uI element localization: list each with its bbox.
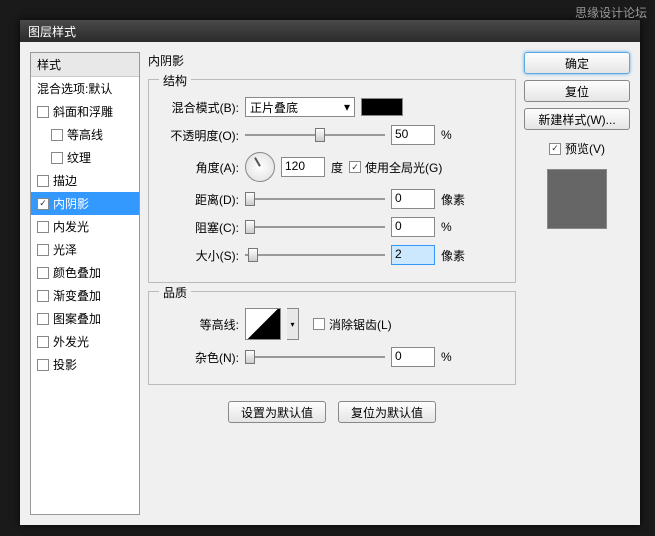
noise-label: 杂色(N): [161, 349, 239, 366]
sidebar-item-label: 投影 [53, 356, 77, 373]
sidebar-item-label: 渐变叠加 [53, 287, 101, 304]
size-label: 大小(S): [161, 247, 239, 264]
angle-input[interactable]: 120 [281, 157, 325, 177]
contour-picker[interactable] [245, 308, 281, 340]
antialias-label: 消除锯齿(L) [329, 316, 392, 333]
sidebar-item-label: 光泽 [53, 241, 77, 258]
choke-unit: % [441, 220, 452, 234]
sidebar-item-label: 斜面和浮雕 [53, 103, 113, 120]
sidebar-item-stroke[interactable]: 描边 [31, 169, 139, 192]
sidebar-item-label: 颜色叠加 [53, 264, 101, 281]
sidebar-item-label: 内阴影 [53, 195, 89, 212]
set-default-button[interactable]: 设置为默认值 [228, 401, 326, 423]
sidebar-item-texture[interactable]: 纹理 [31, 146, 139, 169]
preview-swatch [547, 169, 607, 229]
titlebar[interactable]: 图层样式 [20, 20, 640, 42]
choke-slider[interactable] [245, 218, 385, 236]
size-slider[interactable] [245, 246, 385, 264]
sidebar-item-inner-shadow[interactable]: 内阴影 [31, 192, 139, 215]
structure-fieldset: 结构 混合模式(B): 正片叠底 不透明度(O): 50 % 角度(A): 12… [148, 79, 516, 283]
distance-input[interactable]: 0 [391, 189, 435, 209]
sidebar-item-label: 等高线 [67, 126, 103, 143]
angle-knob[interactable] [245, 152, 275, 182]
antialias-checkbox[interactable] [313, 318, 325, 330]
sidebar-item-pattern-overlay[interactable]: 图案叠加 [31, 307, 139, 330]
opacity-slider[interactable] [245, 126, 385, 144]
distance-slider[interactable] [245, 190, 385, 208]
sidebar-item-outer-glow[interactable]: 外发光 [31, 330, 139, 353]
checkbox-icon[interactable] [37, 359, 49, 371]
quality-legend: 品质 [159, 284, 191, 301]
checkbox-icon[interactable] [37, 336, 49, 348]
sidebar-item-label: 图案叠加 [53, 310, 101, 327]
reset-default-button[interactable]: 复位为默认值 [338, 401, 436, 423]
noise-slider[interactable] [245, 348, 385, 366]
checkbox-icon[interactable] [37, 198, 49, 210]
sidebar-item-color-overlay[interactable]: 颜色叠加 [31, 261, 139, 284]
checkbox-icon[interactable] [37, 106, 49, 118]
checkbox-icon[interactable] [37, 290, 49, 302]
styles-sidebar: 样式 混合选项:默认 斜面和浮雕 等高线 纹理 描边 内阴影 内发光 光泽 颜色… [30, 52, 140, 515]
angle-label: 角度(A): [161, 159, 239, 176]
angle-unit: 度 [331, 159, 343, 176]
noise-input[interactable]: 0 [391, 347, 435, 367]
checkbox-icon[interactable] [37, 244, 49, 256]
opacity-unit: % [441, 128, 452, 142]
checkbox-icon[interactable] [51, 152, 63, 164]
sidebar-item-contour[interactable]: 等高线 [31, 123, 139, 146]
sidebar-item-label: 内发光 [53, 218, 89, 235]
size-unit: 像素 [441, 247, 465, 264]
global-light-checkbox[interactable] [349, 161, 361, 173]
checkbox-icon[interactable] [37, 267, 49, 279]
opacity-label: 不透明度(O): [161, 127, 239, 144]
checkbox-icon[interactable] [37, 313, 49, 325]
distance-label: 距离(D): [161, 191, 239, 208]
preview-label: 预览(V) [565, 140, 605, 157]
watermark: 思缘设计论坛 [575, 4, 647, 21]
ok-button[interactable]: 确定 [524, 52, 630, 74]
blend-mode-select[interactable]: 正片叠底 [245, 97, 355, 117]
contour-label: 等高线: [161, 316, 239, 333]
sidebar-item-bevel[interactable]: 斜面和浮雕 [31, 100, 139, 123]
sidebar-item-gradient-overlay[interactable]: 渐变叠加 [31, 284, 139, 307]
sidebar-item-label: 纹理 [67, 149, 91, 166]
cancel-button[interactable]: 复位 [524, 80, 630, 102]
sidebar-header: 样式 [31, 53, 139, 77]
new-style-button[interactable]: 新建样式(W)... [524, 108, 630, 130]
sidebar-item-inner-glow[interactable]: 内发光 [31, 215, 139, 238]
layer-style-window: 图层样式 样式 混合选项:默认 斜面和浮雕 等高线 纹理 描边 内阴影 内发光 … [20, 20, 640, 525]
sidebar-item-label: 描边 [53, 172, 77, 189]
sidebar-blend-default[interactable]: 混合选项:默认 [31, 77, 139, 100]
right-panel: 确定 复位 新建样式(W)... 预览(V) [524, 52, 630, 515]
noise-unit: % [441, 350, 452, 364]
main-panel: 内阴影 结构 混合模式(B): 正片叠底 不透明度(O): 50 % 角度(A)… [148, 52, 516, 515]
size-input[interactable]: 2 [391, 245, 435, 265]
sidebar-item-satin[interactable]: 光泽 [31, 238, 139, 261]
sidebar-item-label: 外发光 [53, 333, 89, 350]
choke-input[interactable]: 0 [391, 217, 435, 237]
panel-title: 内阴影 [148, 52, 516, 69]
preview-checkbox[interactable] [549, 143, 561, 155]
contour-dropdown-icon[interactable]: ▾ [287, 308, 299, 340]
global-light-label: 使用全局光(G) [365, 159, 442, 176]
blend-mode-label: 混合模式(B): [161, 99, 239, 116]
quality-fieldset: 品质 等高线: ▾ 消除锯齿(L) 杂色(N): 0 % [148, 291, 516, 385]
window-content: 样式 混合选项:默认 斜面和浮雕 等高线 纹理 描边 内阴影 内发光 光泽 颜色… [20, 42, 640, 525]
sidebar-item-drop-shadow[interactable]: 投影 [31, 353, 139, 376]
opacity-input[interactable]: 50 [391, 125, 435, 145]
checkbox-icon[interactable] [37, 175, 49, 187]
distance-unit: 像素 [441, 191, 465, 208]
checkbox-icon[interactable] [51, 129, 63, 141]
choke-label: 阻塞(C): [161, 219, 239, 236]
checkbox-icon[interactable] [37, 221, 49, 233]
shadow-color-swatch[interactable] [361, 98, 403, 116]
structure-legend: 结构 [159, 72, 191, 89]
